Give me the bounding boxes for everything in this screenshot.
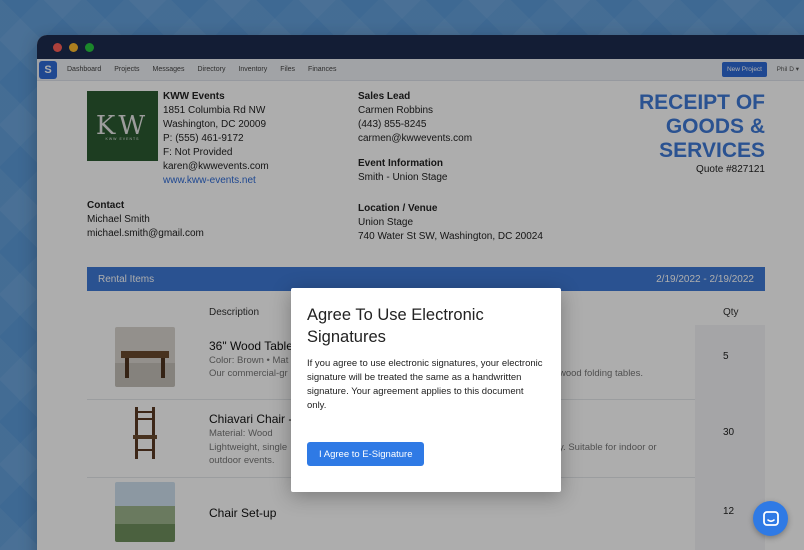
agree-e-signature-button[interactable]: I Agree to E-Signature [307,442,425,466]
e-signature-modal: Agree To Use Electronic Signatures If yo… [291,288,561,492]
modal-body: If you agree to use electronic signature… [307,358,543,411]
modal-title: Agree To Use Electronic Signatures [307,306,484,346]
chat-launcher-button[interactable] [753,501,788,536]
chat-icon [762,510,779,526]
